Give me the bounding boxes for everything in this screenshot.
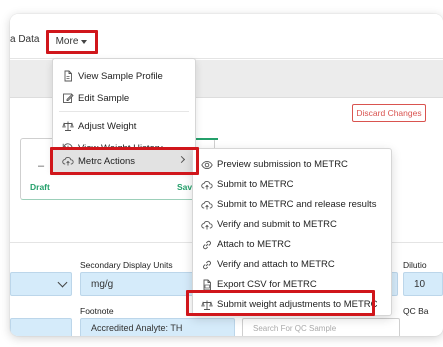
qc-batch-label: QC Ba [403, 306, 429, 316]
submenu-item-label: Export CSV for METRC [217, 279, 317, 290]
cloud-upload-icon [201, 219, 213, 231]
submenu-item-verify-attach[interactable]: Verify and attach to METRC [193, 255, 391, 275]
secondary-units-label: Secondary Display Units [80, 260, 173, 270]
submenu-item-label: Submit to METRC and release results [217, 199, 377, 210]
submenu-item-attach[interactable]: Attach to METRC [193, 235, 391, 255]
submenu-item-label: Submit to METRC [217, 179, 294, 190]
chevron-right-icon [177, 155, 186, 164]
link-icon [201, 259, 213, 271]
menu-item-metrc-actions[interactable]: Metrc Actions [53, 150, 195, 172]
submenu-item-submit-release[interactable]: Submit to METRC and release results [193, 195, 391, 215]
caret-down-icon [81, 39, 88, 44]
submenu-item-label: Submit weight adjustments to METRC [217, 299, 378, 310]
footnote-label: Footnote [80, 306, 114, 316]
submenu-item-label: Verify and submit to METRC [217, 219, 337, 230]
page: a Data More Discard Changes – Draft Sav … [0, 0, 443, 347]
dilution-label: Dilutio [403, 260, 427, 270]
secondary-units-value: mg/g [91, 278, 114, 290]
cloud-upload-icon [201, 179, 213, 191]
edit-icon [62, 92, 74, 104]
menu-divider [59, 111, 189, 112]
workflow-step-draft: Draft [30, 182, 50, 192]
submenu-item-verify-submit[interactable]: Verify and submit to METRC [193, 215, 391, 235]
submenu-item-label: Preview submission to METRC [217, 159, 348, 170]
menu-item-adjust-weight[interactable]: Adjust Weight [53, 115, 195, 137]
footnote-value: Accredited Analyte: TH [91, 323, 183, 333]
tab-strip: a Data More [10, 14, 443, 59]
qc-search-placeholder: Search For QC Sample [253, 323, 337, 333]
submenu-item-export-csv[interactable]: Export CSV for METRC [193, 275, 391, 295]
menu-item-edit-sample[interactable]: Edit Sample [53, 87, 195, 109]
link-icon [201, 239, 213, 251]
submenu-item-label: Attach to METRC [217, 239, 291, 250]
cloud-upload-icon [201, 199, 213, 211]
metrc-actions-submenu: Preview submission to METRC Submit to ME… [192, 148, 392, 316]
submenu-item-label: Verify and attach to METRC [217, 259, 335, 270]
cloud-upload-icon [62, 155, 74, 167]
dilution-value: 10 [414, 278, 426, 290]
primary-units-select[interactable] [10, 272, 72, 296]
menu-item-label: Adjust Weight [78, 120, 137, 132]
workflow-step-marker: – [38, 160, 45, 172]
footnote-field[interactable]: Accredited Analyte: TH [80, 318, 235, 336]
submenu-item-submit[interactable]: Submit to METRC [193, 175, 391, 195]
qc-sample-search-input[interactable]: Search For QC Sample [242, 318, 400, 336]
more-dropdown-button[interactable]: More [48, 30, 95, 52]
chevron-down-icon [57, 277, 68, 288]
submenu-item-submit-weight-adjustments[interactable]: Submit weight adjustments to METRC [193, 295, 391, 315]
submenu-item-preview-submission[interactable]: Preview submission to METRC [193, 155, 391, 175]
menu-item-label: Metrc Actions [78, 155, 136, 167]
app-window: a Data More Discard Changes – Draft Sav … [10, 14, 443, 336]
file-csv-icon [201, 279, 213, 291]
menu-item-label: Edit Sample [78, 92, 130, 104]
menu-item-label: View Sample Profile [78, 70, 163, 82]
eye-icon [201, 159, 213, 171]
menu-item-view-sample-profile[interactable]: View Sample Profile [53, 65, 195, 87]
more-button-label: More [55, 35, 79, 47]
workflow-step-saved: Sav [177, 182, 193, 192]
dilution-field[interactable]: 10 [403, 272, 443, 296]
discard-changes-button[interactable]: Discard Changes [352, 104, 426, 122]
scale-icon [201, 299, 213, 311]
document-icon [62, 70, 74, 82]
tab-data[interactable]: a Data [10, 34, 39, 45]
scale-icon [62, 120, 74, 132]
left-field-partial[interactable] [10, 318, 72, 336]
